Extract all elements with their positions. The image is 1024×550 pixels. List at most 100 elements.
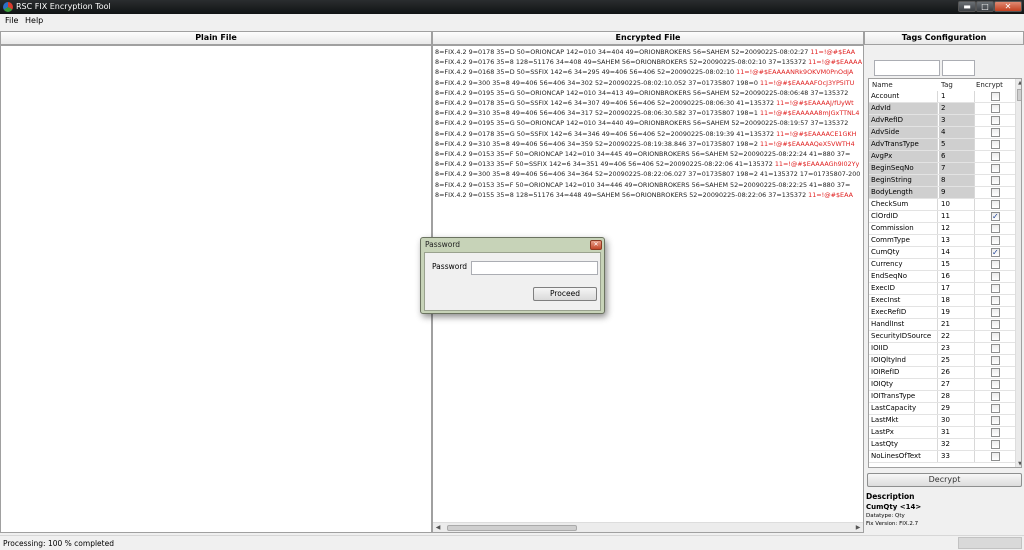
encrypt-checkbox[interactable]: [991, 211, 1000, 222]
encrypt-checkbox[interactable]: [991, 260, 1000, 269]
grid-cell-tag: 25: [939, 355, 975, 366]
encrypted-line-plain: 8=FIX.4.2 9=0176 35=8 128=51176 34=408 4…: [435, 58, 809, 67]
tags-grid: Name Tag Encrypt Account 1 AdvId 2 AdvRefID 3…: [868, 78, 1022, 468]
maximize-button[interactable]: □: [976, 1, 994, 12]
column-header-tag[interactable]: Tag: [941, 79, 953, 91]
encrypt-checkbox[interactable]: [991, 224, 1000, 233]
vertical-scrollbar[interactable]: ▲ ▼: [1015, 79, 1021, 467]
grid-cell-name: IOITransType: [869, 391, 938, 402]
encrypt-checkbox[interactable]: [991, 368, 1000, 377]
grid-row[interactable]: AdvRefID 3: [869, 115, 1015, 127]
encrypt-checkbox[interactable]: [991, 104, 1000, 113]
encrypt-checkbox[interactable]: [991, 140, 1000, 149]
encrypt-checkbox[interactable]: [991, 440, 1000, 449]
grid-row[interactable]: BodyLength 9: [869, 187, 1015, 199]
proceed-button[interactable]: Proceed: [533, 287, 597, 301]
encrypt-checkbox[interactable]: [991, 380, 1000, 389]
encrypt-checkbox[interactable]: [991, 416, 1000, 425]
grid-header: Name Tag Encrypt: [869, 79, 1013, 91]
grid-cell-name: Currency: [869, 259, 938, 270]
encrypt-checkbox[interactable]: [991, 320, 1000, 329]
grid-row[interactable]: IOIQty 27: [869, 379, 1015, 391]
grid-row[interactable]: SecurityIDSource 22: [869, 331, 1015, 343]
column-header-name[interactable]: Name: [872, 79, 893, 91]
password-input[interactable]: [471, 261, 598, 275]
scroll-up-icon[interactable]: ▲: [1016, 79, 1021, 87]
grid-row[interactable]: ExecID 17: [869, 283, 1015, 295]
grid-row[interactable]: CheckSum 10: [869, 199, 1015, 211]
grid-row[interactable]: HandlInst 21: [869, 319, 1015, 331]
grid-row[interactable]: LastPx 31: [869, 427, 1015, 439]
encrypt-checkbox[interactable]: [991, 116, 1000, 125]
dialog-close-icon[interactable]: ✕: [590, 240, 602, 250]
grid-row[interactable]: AvgPx 6: [869, 151, 1015, 163]
encrypt-checkbox[interactable]: [991, 164, 1000, 173]
encrypt-checkbox[interactable]: [991, 176, 1000, 185]
encrypt-checkbox[interactable]: [991, 344, 1000, 353]
tag-filter-input[interactable]: [942, 60, 975, 76]
close-window-button[interactable]: ✕: [994, 1, 1022, 12]
encrypt-checkbox[interactable]: [991, 452, 1000, 461]
encrypt-checkbox[interactable]: [991, 284, 1000, 293]
grid-row[interactable]: IOIRefID 26: [869, 367, 1015, 379]
grid-row[interactable]: LastMkt 30: [869, 415, 1015, 427]
grid-row[interactable]: ClOrdID 11: [869, 211, 1015, 223]
scroll-left-icon[interactable]: ◀: [433, 523, 443, 532]
menu-file[interactable]: File: [2, 15, 21, 26]
grid-row[interactable]: ExecRefID 19: [869, 307, 1015, 319]
plain-file-textbox[interactable]: [0, 45, 432, 533]
grid-row[interactable]: LastCapacity 29: [869, 403, 1015, 415]
status-progress-bar: [958, 537, 1022, 549]
grid-row[interactable]: AdvTransType 5: [869, 139, 1015, 151]
grid-row[interactable]: Currency 15: [869, 259, 1015, 271]
encrypt-checkbox[interactable]: [991, 404, 1000, 413]
grid-row[interactable]: IOIQltyInd 25: [869, 355, 1015, 367]
grid-row[interactable]: CumQty 14: [869, 247, 1015, 259]
grid-row[interactable]: NoLinesOfText 33: [869, 451, 1015, 463]
grid-cell-tag: 2: [939, 103, 975, 114]
grid-cell-encrypt: [976, 319, 1014, 330]
encrypt-checkbox[interactable]: [991, 392, 1000, 401]
grid-cell-tag: 1: [939, 91, 975, 102]
horizontal-scroll-thumb[interactable]: [447, 525, 577, 531]
encrypt-checkbox[interactable]: [991, 200, 1000, 209]
encrypt-checkbox[interactable]: [991, 428, 1000, 437]
encrypt-checkbox[interactable]: [991, 236, 1000, 245]
horizontal-scrollbar[interactable]: ◀ ▶: [433, 522, 863, 532]
menu-help[interactable]: Help: [22, 15, 46, 26]
encrypt-checkbox[interactable]: [991, 308, 1000, 317]
scroll-right-icon[interactable]: ▶: [853, 523, 863, 532]
vertical-scroll-thumb[interactable]: [1017, 89, 1021, 101]
encrypt-checkbox[interactable]: [991, 356, 1000, 365]
scroll-down-icon[interactable]: ▼: [1016, 460, 1021, 467]
grid-cell-name: BeginSeqNo: [869, 163, 938, 174]
grid-row[interactable]: IOIID 23: [869, 343, 1015, 355]
grid-row[interactable]: Commission 12: [869, 223, 1015, 235]
grid-row[interactable]: EndSeqNo 16: [869, 271, 1015, 283]
grid-cell-encrypt: [976, 223, 1014, 234]
encrypt-checkbox[interactable]: [991, 247, 1000, 258]
name-filter-input[interactable]: [874, 60, 940, 76]
grid-row[interactable]: LastQty 32: [869, 439, 1015, 451]
encrypt-checkbox[interactable]: [991, 272, 1000, 281]
column-header-encrypt[interactable]: Encrypt: [976, 79, 1003, 91]
grid-row[interactable]: BeginSeqNo 7: [869, 163, 1015, 175]
grid-row[interactable]: IOITransType 28: [869, 391, 1015, 403]
encrypt-checkbox[interactable]: [991, 332, 1000, 341]
encrypted-line-plain: 8=FIX.4.2 9=0195 35=G 50=ORIONCAP 142=01…: [435, 119, 849, 128]
decrypt-button[interactable]: Decrypt: [867, 473, 1022, 487]
grid-row[interactable]: AdvSide 4: [869, 127, 1015, 139]
encrypt-checkbox[interactable]: [991, 92, 1000, 101]
description-fix-version: Fix Version: FIX.2.7: [866, 521, 919, 527]
encrypt-checkbox[interactable]: [991, 152, 1000, 161]
encrypt-checkbox[interactable]: [991, 296, 1000, 305]
encrypt-checkbox[interactable]: [991, 188, 1000, 197]
grid-row[interactable]: ExecInst 18: [869, 295, 1015, 307]
grid-row[interactable]: AdvId 2: [869, 103, 1015, 115]
grid-row[interactable]: BeginString 8: [869, 175, 1015, 187]
minimize-button[interactable]: ▬: [958, 1, 976, 12]
encrypt-checkbox[interactable]: [991, 128, 1000, 137]
grid-row[interactable]: CommType 13: [869, 235, 1015, 247]
encrypted-line-plain: 8=FIX.4.2 9=0155 35=8 128=51176 34=448 4…: [435, 190, 809, 199]
grid-row[interactable]: Account 1: [869, 91, 1015, 103]
